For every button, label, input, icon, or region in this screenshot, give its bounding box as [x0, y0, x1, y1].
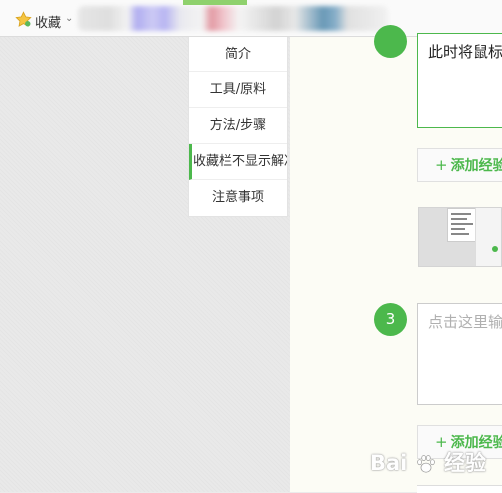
active-tab-indicator — [183, 0, 247, 5]
plus-icon: + — [435, 156, 448, 174]
step-2-badge — [374, 25, 407, 58]
editor-area: 此时将鼠标 + 添加经验 3 点击这里输 + 添加经验 — [290, 25, 502, 492]
screenshot-thumbnail[interactable] — [418, 207, 502, 267]
toc-item-tools[interactable]: 工具/原料 — [189, 72, 287, 108]
paw-icon — [416, 455, 435, 473]
toc-item-notes[interactable]: 注意事项 — [189, 180, 287, 216]
step-3-placeholder: 点击这里输 — [428, 313, 502, 331]
step-3-badge: 3 — [374, 303, 407, 336]
step-3-textbox[interactable]: 点击这里输 — [417, 303, 502, 405]
chevron-down-icon[interactable]: ⌄ — [65, 13, 73, 24]
step-3-number: 3 — [385, 310, 396, 328]
step-2-text: 此时将鼠标 — [428, 43, 502, 61]
blurred-bookmarks — [78, 6, 388, 31]
add-experience-label: 添加经验 — [450, 158, 502, 174]
toc-item-fix[interactable]: 收藏栏不显示解决 — [189, 144, 287, 180]
favorites-label[interactable]: 收藏 — [35, 12, 61, 31]
thumbnail-side — [475, 208, 501, 266]
toc-item-steps[interactable]: 方法/步骤 — [189, 108, 287, 144]
step-2-textbox[interactable]: 此时将鼠标 — [417, 33, 502, 128]
watermark-text-2: 经验 — [444, 451, 487, 475]
toc-item-intro[interactable]: 简介 — [189, 37, 287, 72]
add-experience-button[interactable]: + 添加经验 — [417, 148, 502, 182]
star-icon — [15, 11, 32, 27]
favorites-bar: 收藏 ⌄ — [0, 0, 502, 37]
watermark-text: Bai — [370, 451, 408, 475]
catalog-nav: 简介 工具/原料 方法/步骤 收藏栏不显示解决 注意事项 — [188, 37, 288, 217]
baidu-watermark: Bai 经验 — [370, 447, 486, 477]
